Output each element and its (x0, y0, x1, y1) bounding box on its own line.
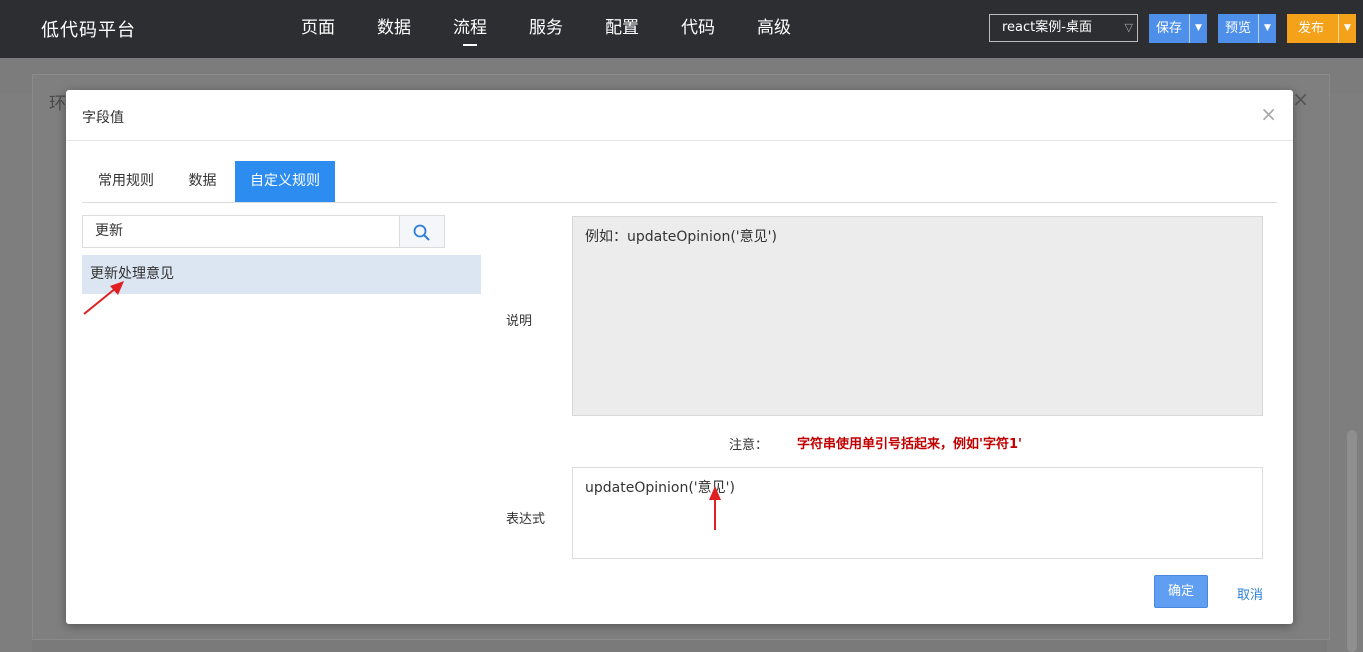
preview-button-label: 预览 (1225, 21, 1252, 36)
background-right-panel (1327, 94, 1363, 652)
nav-item-more[interactable]: 多 (812, 0, 835, 56)
publish-dropdown-icon[interactable]: ▼ (1338, 14, 1356, 43)
nav-item-data[interactable]: 数据 (356, 0, 432, 56)
close-icon[interactable]: × (1260, 102, 1277, 126)
search-button[interactable] (399, 215, 445, 248)
cancel-button[interactable]: 取消 (1237, 584, 1263, 603)
annotation-arrow-icon (709, 486, 721, 530)
nav-item-code[interactable]: 代码 (660, 0, 736, 56)
nav-item-config[interactable]: 配置 (584, 0, 660, 56)
expression-input[interactable]: updateOpinion('意见') (572, 467, 1263, 559)
nav-item-process[interactable]: 流程 (432, 0, 508, 56)
ok-button[interactable]: 确定 (1154, 575, 1208, 608)
rule-tabs: 常用规则 数据 自定义规则 (82, 161, 1277, 203)
tab-data[interactable]: 数据 (170, 161, 235, 202)
main-nav: 页面数据流程服务配置代码高级多 (280, 0, 835, 58)
dialog-header-divider (66, 140, 1293, 141)
dialog-title: 字段值 (82, 110, 124, 126)
preview-button[interactable]: 预览 ▼ (1218, 14, 1276, 43)
nav-item-page[interactable]: 页面 (280, 0, 356, 56)
top-bar: 低代码平台 页面数据流程服务配置代码高级多 react案例-桌面 ▽ 保存 ▼ … (0, 0, 1363, 58)
nav-item-service[interactable]: 服务 (508, 0, 584, 56)
expression-label: 表达式 (506, 512, 546, 527)
publish-button[interactable]: 发布 ▼ (1287, 14, 1356, 43)
save-dropdown-icon[interactable]: ▼ (1189, 14, 1207, 43)
brand-title: 低代码平台 (41, 20, 136, 41)
note-text: 字符串使用单引号括起来，例如'字符1' (797, 437, 1023, 452)
background-scrollbar (1347, 430, 1357, 652)
save-button[interactable]: 保存 ▼ (1149, 14, 1207, 43)
description-box: 例如：updateOpinion('意见') (572, 216, 1263, 416)
project-select[interactable]: react案例-桌面 ▽ (989, 14, 1138, 42)
tab-custom-rules[interactable]: 自定义规则 (235, 161, 335, 202)
nav-item-advanced[interactable]: 高级 (736, 0, 812, 56)
preview-dropdown-icon[interactable]: ▼ (1258, 14, 1276, 43)
field-value-dialog: 字段值 × 常用规则 数据 自定义规则 更新 更新处理意见 说明 例如：upda… (66, 90, 1293, 624)
background-dialog-title: 环 (49, 94, 66, 114)
tab-common-rules[interactable]: 常用规则 (82, 161, 170, 202)
background-left-panel (0, 94, 32, 652)
note-label: 注意： (729, 438, 769, 453)
description-label: 说明 (506, 314, 533, 329)
chevron-down-icon: ▽ (1124, 21, 1133, 34)
rule-list-item[interactable]: 更新处理意见 (82, 255, 481, 294)
annotation-arrow-icon (83, 281, 124, 315)
close-icon: × (1292, 87, 1309, 111)
save-button-label: 保存 (1156, 21, 1183, 36)
project-select-value: react案例-桌面 (1002, 20, 1092, 35)
search-icon (413, 224, 430, 241)
search-input[interactable]: 更新 (82, 215, 400, 248)
publish-button-label: 发布 (1298, 21, 1325, 36)
